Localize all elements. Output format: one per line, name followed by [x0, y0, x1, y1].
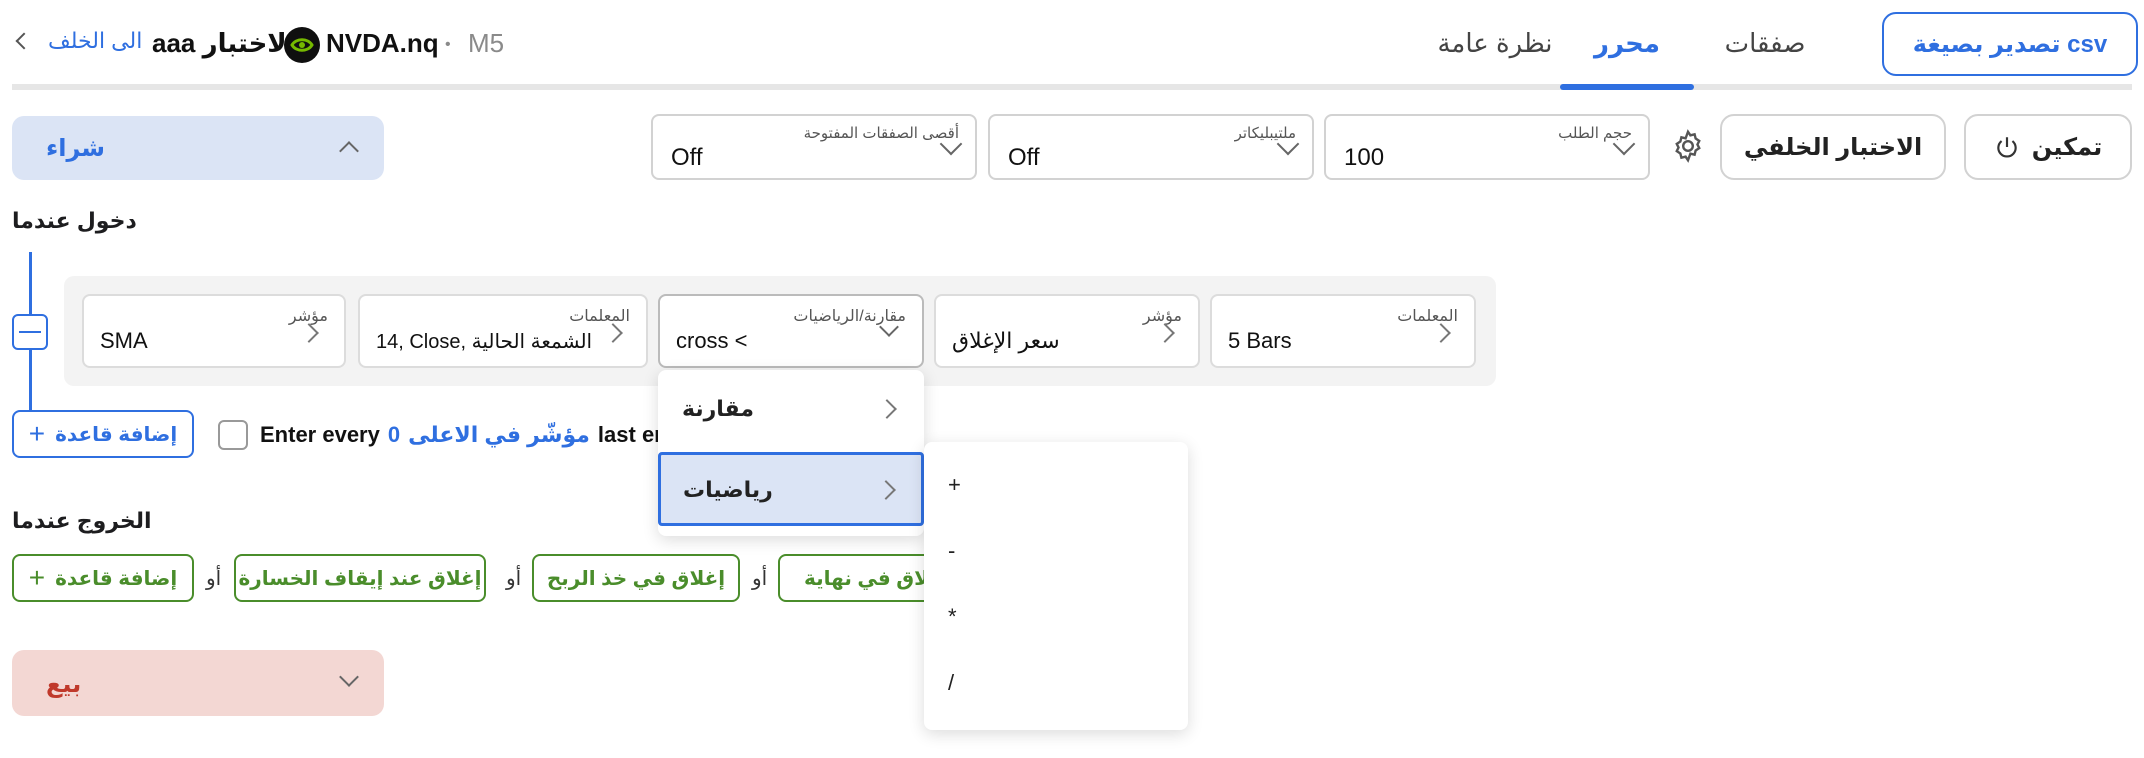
dropdown-item-math[interactable]: رياضيات	[658, 452, 924, 526]
nvidia-logo-icon	[284, 27, 320, 63]
sell-title: بيع	[46, 671, 82, 698]
field-label: مؤشر	[1142, 308, 1182, 325]
order-size-select[interactable]: حجم الطلب 100	[1324, 114, 1650, 180]
indicator-field-close[interactable]: مؤشر سعر الإغلاق	[934, 294, 1200, 368]
sell-section-header[interactable]: بيع	[12, 650, 384, 716]
exit-when-label: الخروج عندما	[12, 508, 152, 533]
field-value: cross <	[676, 328, 748, 353]
close-on-stop-loss-button[interactable]: إغلاق عند إيقاف الخسارة	[234, 554, 486, 602]
plus-icon: +	[28, 418, 46, 449]
math-operators-submenu: + - * /	[924, 442, 1188, 730]
gear-icon	[1675, 129, 1701, 163]
chevron-left-icon	[15, 32, 33, 50]
enter-every-link[interactable]: مؤشّر في الاعلى	[408, 422, 590, 448]
add-entry-rule-button[interactable]: + إضافة قاعدة	[12, 410, 194, 458]
add-exit-rule-button[interactable]: + إضافة قاعدة	[12, 554, 194, 602]
parameters-field-sma[interactable]: المعلمات 14, Close, الشمعة الحالية	[358, 294, 648, 368]
chevron-right-icon	[603, 323, 623, 343]
operator-multiply[interactable]: *	[948, 604, 957, 630]
back-link[interactable]: الى الخلف	[14, 28, 142, 54]
tab-overview[interactable]: نظرة عامة	[1420, 28, 1570, 59]
dropdown-item-compare[interactable]: مقارنة	[658, 370, 924, 444]
chevron-down-icon	[339, 667, 359, 687]
backtest-button[interactable]: الاختبار الخلفي	[1720, 114, 1946, 180]
separator-dot: •	[445, 36, 451, 53]
exit-add-rule-label: إضافة قاعدة	[55, 567, 178, 590]
export-csv-button[interactable]: تصدير بصيغة csv	[1882, 12, 2138, 76]
buy-title: شراء	[46, 135, 106, 162]
enable-label: تمكين	[2031, 133, 2103, 161]
field-value: 14, Close, الشمعة الحالية	[376, 331, 593, 353]
chevron-up-icon	[339, 141, 359, 161]
field-value: 5 Bars	[1228, 328, 1292, 353]
max-open-label: أقصى الصفقات المفتوحة	[803, 125, 959, 142]
settings-gear-button[interactable]	[1670, 128, 1706, 164]
enter-every-count[interactable]: 0	[388, 422, 400, 448]
field-label: المعلمات	[569, 308, 630, 325]
chevron-right-icon	[1155, 323, 1175, 343]
operator-divide[interactable]: /	[948, 670, 954, 696]
tab-bar-track	[12, 84, 2132, 90]
enable-button[interactable]: تمكين	[1964, 114, 2132, 180]
power-icon	[1997, 137, 2017, 158]
export-csv-label: تصدير بصيغة csv	[1912, 30, 2108, 58]
enter-every-checkbox[interactable]	[218, 420, 248, 450]
field-label: المعلمات	[1397, 308, 1458, 325]
add-rule-label: إضافة قاعدة	[55, 423, 178, 446]
operator-minus[interactable]: -	[948, 538, 955, 564]
multiplicator-value: Off	[1008, 144, 1040, 171]
compare-math-field[interactable]: مقارنة/الرياضيات cross <	[658, 294, 924, 368]
exit-button-label: إغلاق في خذ الربح	[546, 567, 726, 590]
field-value: SMA	[100, 328, 148, 353]
timeframe-label: M5	[468, 28, 505, 58]
max-open-value: Off	[671, 144, 703, 171]
exit-button-label: إغلاق عند إيقاف الخسارة	[238, 567, 482, 590]
backtest-title: لاختبار aaa	[152, 28, 287, 58]
field-value: سعر الإغلاق	[952, 328, 1060, 353]
multiplicator-select[interactable]: ملتيبليكاتر Off	[988, 114, 1314, 180]
chevron-right-icon	[876, 480, 896, 500]
back-label: الى الخلف	[48, 28, 143, 53]
chevron-right-icon	[1431, 323, 1451, 343]
plus-icon: +	[28, 562, 46, 593]
chevron-right-icon	[877, 399, 897, 419]
order-size-value: 100	[1344, 144, 1385, 171]
indicator-field-sma[interactable]: مؤشر SMA	[82, 294, 346, 368]
tab-active-underline	[1560, 84, 1694, 90]
backtest-label: الاختبار الخلفي	[1743, 133, 1923, 161]
enter-every-prefix: Enter every	[260, 422, 380, 447]
max-open-trades-select[interactable]: أقصى الصفقات المفتوحة Off	[651, 114, 977, 180]
dropdown-item-label: مقارنة	[682, 396, 754, 421]
chevron-right-icon	[299, 323, 319, 343]
parameters-field-bars[interactable]: المعلمات 5 Bars	[1210, 294, 1476, 368]
symbol-name: NVDA.nq	[326, 28, 439, 58]
compare-math-dropdown: مقارنة رياضيات	[658, 370, 924, 536]
enter-every-text: Enter every 0 مؤشّر في الاعلى last entry	[260, 422, 696, 448]
entry-when-label: دخول عندما	[12, 208, 137, 233]
dropdown-item-label: رياضيات	[683, 477, 773, 502]
or-label: أو	[506, 568, 522, 590]
or-label: أو	[206, 568, 222, 590]
operator-plus[interactable]: +	[948, 472, 961, 498]
tab-trades[interactable]: صفقات	[1710, 28, 1820, 59]
tab-editor[interactable]: محرر	[1560, 28, 1694, 59]
close-on-take-profit-button[interactable]: إغلاق في خذ الربح	[532, 554, 740, 602]
minus-icon	[19, 331, 41, 333]
remove-rule-button[interactable]	[12, 314, 48, 350]
or-label: أو	[752, 568, 768, 590]
buy-section-header[interactable]: شراء	[12, 116, 384, 180]
